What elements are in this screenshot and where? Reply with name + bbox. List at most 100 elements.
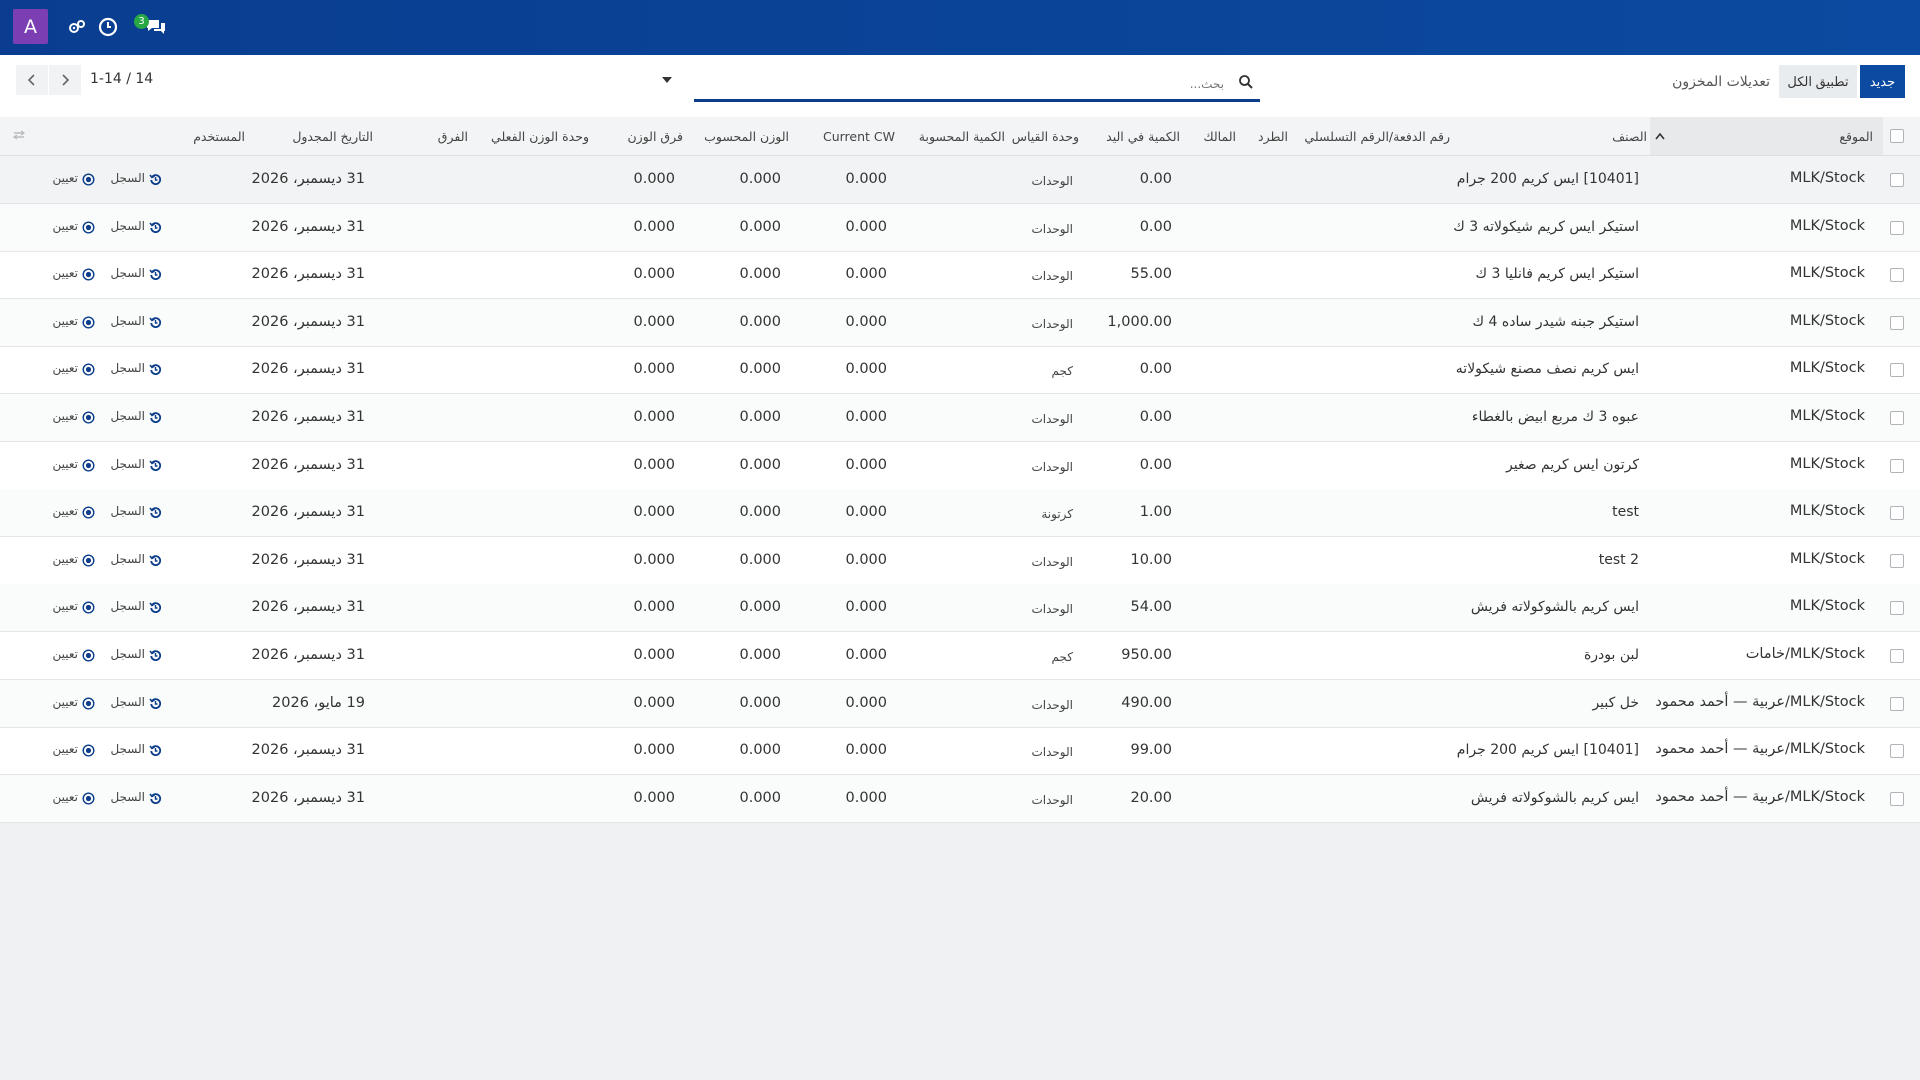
row-checkbox[interactable] [1890,411,1904,425]
assign-button[interactable]: تعيين [52,742,78,756]
history-icon[interactable] [149,219,162,233]
header-uom[interactable]: وحدة القياس [1012,129,1079,144]
header-scheduled-date[interactable]: التاريخ المجدول [292,129,373,144]
assign-icon[interactable] [82,409,95,424]
pager-previous-button[interactable] [16,65,48,95]
row-checkbox[interactable] [1890,553,1904,568]
assign-icon[interactable] [82,790,95,805]
history-icon[interactable] [149,647,162,661]
history-button[interactable]: السجل [110,552,145,566]
header-difference[interactable]: الفرق [438,129,468,144]
table-row[interactable]: MLK/Stock ايس كريم نصف مصنع شيكولاته 0.00 ك… [0,346,1920,395]
assign-icon[interactable] [82,171,95,186]
assign-button[interactable]: تعيين [52,457,78,471]
table-row[interactable]: MLK/Stock استيكر ايس كريم شيكولاته 3 ك 0.0… [0,203,1920,252]
history-button[interactable]: السجل [110,314,145,328]
assign-button[interactable]: تعيين [52,314,78,328]
table-row[interactable]: MLK/Stock استيكر جبنه شيدر ساده 4 ك 1,000.… [0,298,1920,347]
history-button[interactable]: السجل [110,695,145,709]
header-counted[interactable]: الكمية المحسوبة [919,129,1005,144]
table-row[interactable]: MLK/Stock/عربية — أحمد محمود [10401] ايس … [0,727,1920,776]
history-icon[interactable] [149,457,162,471]
header-user[interactable]: المستخدم [193,129,245,144]
history-button[interactable]: السجل [110,361,145,375]
search-input[interactable] [694,72,1224,96]
assign-button[interactable]: تعيين [52,647,78,661]
table-row[interactable]: MLK/Stock [10401] ايس كريم 200 جرام 0.00 ال… [0,156,1920,204]
history-button[interactable]: السجل [110,742,145,756]
assign-icon[interactable] [82,314,95,329]
row-checkbox[interactable] [1890,696,1904,711]
assign-button[interactable]: تعيين [52,552,78,566]
assign-icon[interactable] [82,457,95,472]
history-icon[interactable] [149,504,162,519]
header-location[interactable]: الموقع [1839,129,1873,144]
search-icon[interactable] [1238,74,1254,90]
history-icon[interactable] [149,695,162,709]
table-row[interactable]: MLK/Stock عبوه 3 ك مربع ابيض بالغطاء 0.00 ا… [0,394,1920,442]
table-row[interactable]: MLK/Stock/خامات لبن بودرة 950.00 كجم 0.000 0.… [0,632,1920,680]
assign-button[interactable]: تعيين [52,504,78,518]
assign-button[interactable]: تعيين [52,790,78,804]
history-icon[interactable] [149,409,162,423]
select-all-checkbox[interactable] [1890,129,1904,143]
clock-icon[interactable] [97,16,119,38]
header-on-hand[interactable]: الكمية في اليد [1106,129,1180,144]
assign-icon[interactable] [82,599,95,614]
history-icon[interactable] [149,552,162,566]
row-checkbox[interactable] [1890,315,1904,330]
assign-icon[interactable] [82,504,95,519]
settings-gears-icon[interactable] [66,16,88,38]
pager-value[interactable]: 1-14 / 14 [90,71,153,87]
history-button[interactable]: السجل [110,790,145,804]
row-checkbox[interactable] [1890,458,1904,473]
history-icon[interactable] [149,361,162,376]
table-row[interactable]: MLK/Stock ايس كريم بالشوكولاته فريش 54.00 ا… [0,584,1920,633]
apply-all-button[interactable]: تطبيق الكل [1779,65,1857,98]
history-button[interactable]: السجل [110,266,145,280]
row-checkbox[interactable] [1890,363,1904,378]
header-weight-diff[interactable]: فرق الوزن [628,129,684,144]
history-button[interactable]: السجل [110,599,145,613]
assign-button[interactable]: تعيين [52,599,78,613]
table-row[interactable]: MLK/Stock كرتون ايس كريم صغير 0.00 الوحدات 0… [0,442,1920,490]
user-avatar[interactable]: A [13,9,48,44]
assign-button[interactable]: تعيين [52,409,78,423]
assign-button[interactable]: تعيين [52,361,78,375]
row-checkbox[interactable] [1890,791,1904,806]
column-settings-icon[interactable] [12,128,26,142]
table-row[interactable]: MLK/Stock test 1.00 كرتونة 0.000 0.000 0.000 31… [0,489,1920,538]
history-button[interactable]: السجل [110,409,145,423]
header-current-cw[interactable]: Current CW [823,129,895,144]
row-checkbox[interactable] [1890,173,1904,187]
history-icon[interactable] [149,742,162,757]
history-button[interactable]: السجل [110,457,145,471]
row-checkbox[interactable] [1890,744,1904,759]
row-checkbox[interactable] [1890,506,1904,521]
assign-button[interactable]: تعيين [52,171,78,185]
history-icon[interactable] [149,790,162,804]
history-icon[interactable] [149,599,162,614]
header-product[interactable]: الصنف [1612,129,1647,144]
history-icon[interactable] [149,314,162,328]
table-row[interactable]: MLK/Stock/عربية — أحمد محمود ايس كريم بال… [0,774,1920,823]
assign-button[interactable]: تعيين [52,266,78,280]
assign-icon[interactable] [82,361,95,376]
new-button[interactable]: جديد [1860,65,1905,98]
pager-next-button[interactable] [49,65,81,95]
history-button[interactable]: السجل [110,219,145,233]
assign-button[interactable]: تعيين [52,219,78,233]
row-checkbox[interactable] [1890,601,1904,616]
history-button[interactable]: السجل [110,647,145,661]
assign-icon[interactable] [82,552,95,567]
row-checkbox[interactable] [1890,649,1904,663]
table-row[interactable]: MLK/Stock/عربية — أحمد محمود خل كبير 490.0… [0,679,1920,728]
table-row[interactable]: MLK/Stock test 2 10.00 الوحدات 0.000 0.000 0.0… [0,537,1920,585]
row-checkbox[interactable] [1890,220,1904,235]
header-computed-weight[interactable]: الوزن المحسوب [704,129,789,144]
assign-button[interactable]: تعيين [52,695,78,709]
history-button[interactable]: السجل [110,171,145,185]
assign-icon[interactable] [82,219,95,234]
assign-icon[interactable] [82,742,95,757]
assign-icon[interactable] [82,266,95,281]
